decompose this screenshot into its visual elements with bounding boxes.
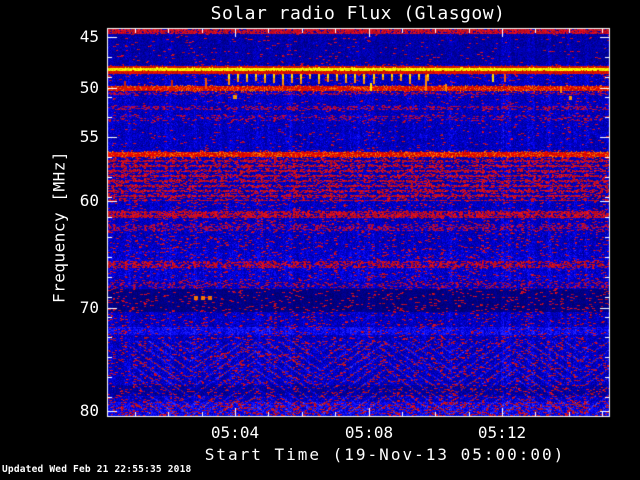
x-tick-label: 05:08 [344,423,394,442]
x-axis-label: Start Time (19-Nov-13 05:00:00) [204,445,566,464]
y-tick-label: 60 [79,191,99,210]
updated-timestamp: Updated Wed Feb 21 22:55:35 2018 [2,464,192,475]
y-tick-label: 50 [79,78,99,97]
page-title: Solar radio Flux (Glasgow) [210,3,506,24]
spectrogram-figure: Solar radio Flux (Glasgow) Frequency [MH… [0,0,640,480]
y-tick-label: 70 [79,298,99,317]
x-tick-label: 05:12 [477,423,527,442]
y-tick-label: 80 [79,401,99,420]
x-tick-label: 05:04 [210,423,260,442]
y-tick-label: 55 [79,127,99,146]
y-axis-label: Frequency [MHz] [49,151,69,303]
y-tick-label: 45 [79,27,99,46]
